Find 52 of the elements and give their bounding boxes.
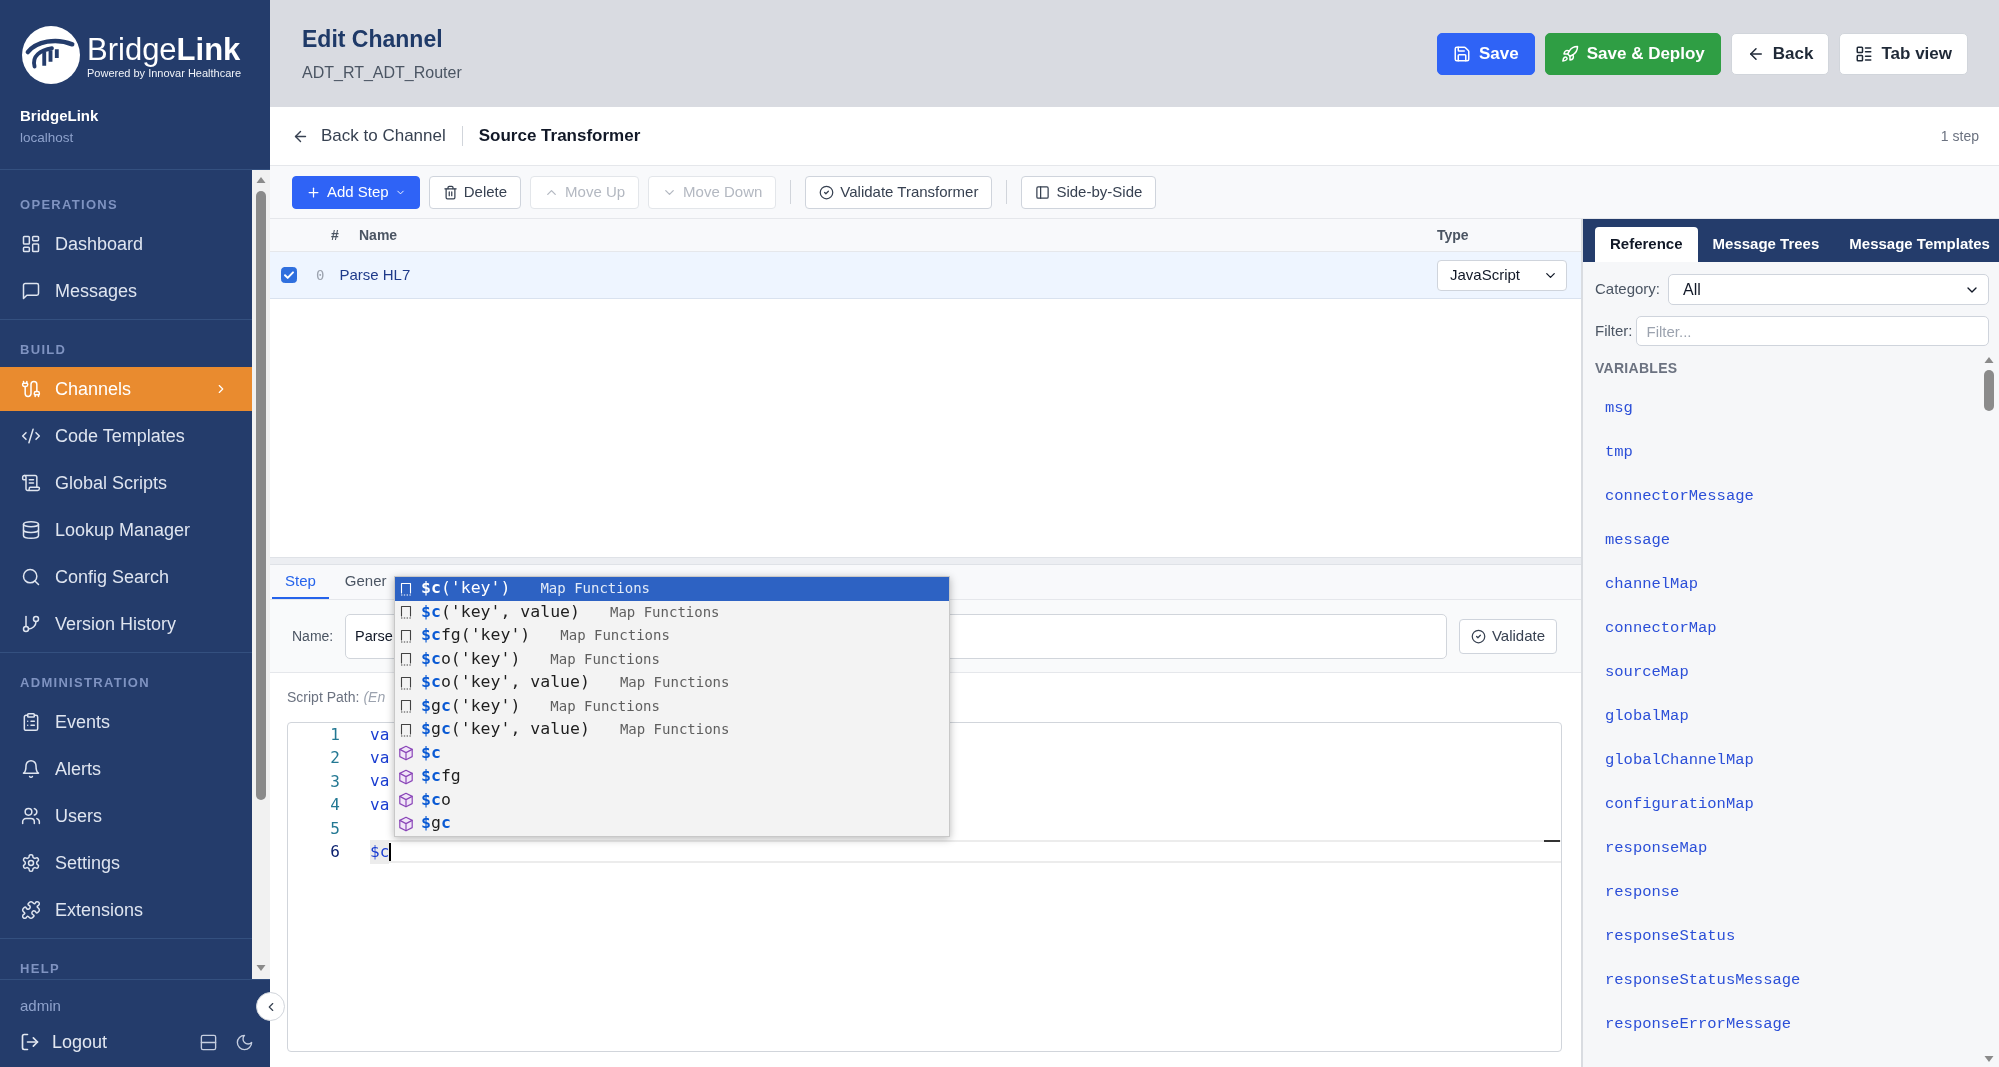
line-number: 1 <box>329 724 340 746</box>
suggestion-label: $gc('key') <box>421 694 521 717</box>
page-title: Edit Channel <box>302 24 443 54</box>
suggestion-detail: Map Functions <box>550 649 660 669</box>
line-number: 5 <box>329 817 340 840</box>
column-header: Type <box>1437 225 1470 245</box>
field-label: Name: <box>292 626 335 646</box>
section-label: ADMINISTRATION <box>20 675 150 691</box>
suggestion-detail: Map Functions <box>619 673 730 693</box>
code-text: va <box>370 747 390 770</box>
code-text: va <box>370 770 390 793</box>
server-name: BridgeLink <box>20 106 99 126</box>
suggestion-label: $cfg('key') <box>421 624 531 647</box>
suggestion-detail: Map Functions <box>609 602 720 622</box>
code-text: va <box>370 723 390 746</box>
suggestion-label: $co('key') <box>421 647 521 670</box>
suggestion-label: $c('key') <box>421 577 511 600</box>
user-name: admin <box>20 996 61 1016</box>
section-label: HELP <box>20 961 60 977</box>
logo-wordmark: BridgeLink <box>87 32 242 67</box>
suggestion-label: $cfg <box>421 765 461 788</box>
suggestion-label: $c('key', value) <box>421 600 580 623</box>
suggestion-label: $co('key', value) <box>421 671 590 694</box>
line-number: 3 <box>329 770 340 793</box>
code-text: va <box>370 793 390 816</box>
column-header: # <box>331 225 340 245</box>
field-label: Script Path: <box>287 688 360 707</box>
field-label: Category: <box>1595 279 1661 300</box>
line-number: 2 <box>329 747 340 770</box>
channel-name: ADT_RT_ADT_Router <box>302 62 462 83</box>
suggestion-detail: Map Functions <box>540 579 650 599</box>
code-text: $c <box>370 839 390 864</box>
suggestion-label: $c <box>421 741 441 764</box>
suggestion-detail: Map Functions <box>550 696 660 716</box>
step-count: 1 step <box>1940 126 1979 146</box>
column-header: Name <box>359 225 399 245</box>
logo-tagline: Powered by Innovar Healthcare <box>87 67 242 80</box>
section-label: BUILD <box>20 342 67 358</box>
section-label: VARIABLES <box>1595 359 1678 377</box>
script-path-hint: (En <box>363 688 386 707</box>
suggestion-detail: Map Functions <box>619 720 730 740</box>
line-number: 6 <box>329 840 340 863</box>
suggestion-label: $co <box>421 788 451 811</box>
line-number: 4 <box>329 794 340 817</box>
step-name: Parse HL7 <box>339 264 412 285</box>
step-number: 0 <box>316 265 325 285</box>
suggestion-label: $gc <box>421 812 451 835</box>
field-label: Filter: <box>1595 320 1633 341</box>
section-label: OPERATIONS <box>20 197 118 213</box>
server-host: localhost <box>20 129 74 147</box>
breadcrumb-current: Source Transformer <box>478 125 641 148</box>
suggestion-detail: Map Functions <box>560 626 670 646</box>
